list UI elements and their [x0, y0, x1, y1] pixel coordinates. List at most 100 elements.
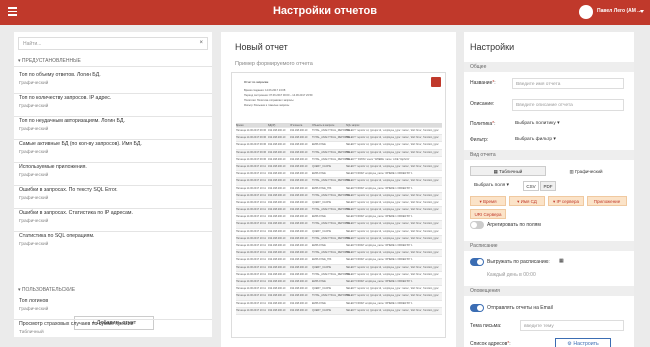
email-toggle[interactable] — [470, 304, 484, 312]
reports-list-panel: Найти... × ▾ ПРЕДУСТАНОВЛЕННЫЕ ▾ ПОЛЬЗОВ… — [14, 32, 212, 337]
select-fields-dropdown[interactable]: Выбрать поля ▾ — [474, 183, 509, 188]
table-cell: 192.168.200.10 — [290, 179, 308, 183]
report-list-item[interactable]: Топ по количеству запросов. IP адрес. Гра… — [19, 95, 207, 109]
table-cell: SELECT * FROM `users` WHERE `name` LIKE … — [346, 157, 410, 161]
table-row: Пятница 14.06.2017 10:11 192.168.200.10 19… — [236, 301, 442, 308]
table-cell: Пятница 14.06.2017 10:11 — [236, 172, 266, 176]
email-label: Отправлять отчеты на Email — [487, 305, 553, 311]
schedule-time: Каждый день в 00:00 — [487, 272, 536, 278]
table-cell: QUERY_CACHE — [312, 229, 331, 233]
table-cell: 192.168.200.10 — [268, 208, 286, 212]
pdf-button[interactable]: PDF — [540, 181, 556, 191]
search-input[interactable]: Найти... × — [18, 37, 208, 50]
section-custom[interactable]: ▾ ПОЛЬЗОВАТЕЛЬСКИЕ — [18, 287, 75, 293]
table-cell: QUERY_CACHE — [312, 308, 331, 312]
report-item-title: Используемые приложения. — [19, 164, 87, 170]
table-row: Пятница 14.06.2017 10:11 192.168.200.10 19… — [236, 186, 442, 193]
policy-label: Политика*: — [470, 121, 496, 127]
user-name[interactable]: Павел Лего (АМ ... — [597, 8, 641, 14]
table-cell: TOTAL_ANALYTICAL_REPORTS — [312, 150, 350, 154]
pdf-icon[interactable] — [431, 77, 441, 87]
report-list-item[interactable]: Самые активные БД (по кол-ву запросов). … — [19, 141, 207, 155]
table-row: Пятница 14.06.2017 10:11 192.168.200.10 19… — [236, 178, 442, 186]
chevron-down-icon[interactable] — [640, 10, 644, 13]
table-view-button[interactable]: ▦ Табличный — [470, 166, 546, 176]
addresses-label: Список адресов*: — [470, 341, 511, 347]
clear-icon[interactable]: × — [199, 40, 203, 46]
table-cell: 192.168.200.10 — [268, 200, 286, 204]
report-preview-panel: Новый отчет Пример формируемого отчета О… — [221, 32, 456, 347]
report-item-title: Топ по неудачным авторизациям. Логин БД. — [19, 118, 125, 124]
table-cell: Пятница 14.06.2017 10:11 — [236, 222, 266, 226]
page-title: Настройки отчетов — [272, 5, 377, 17]
table-cell: QUERY_CACHE — [312, 265, 331, 269]
table-cell: 192.168.200.10 — [268, 301, 286, 305]
table-cell: Пятница 14.06.2017 09:36 — [236, 143, 267, 147]
section-predefined[interactable]: ▾ ПРЕДУСТАНОВЛЕННЫЕ — [18, 58, 81, 64]
graphic-view-button[interactable]: ▥ Графический — [548, 166, 624, 176]
csv-button[interactable]: CSV — [523, 181, 539, 191]
report-list-item[interactable]: Просмотр страховых случаев по сумме прем… — [19, 321, 207, 335]
table-cell: Пятница 14.06.2017 10:11 — [236, 164, 266, 168]
table-cell: 192.168.200.10 — [268, 150, 286, 154]
table-row: Пятница 14.06.2017 10:11 192.168.200.10 19… — [236, 250, 442, 258]
table-cell: 192.168.200.10 — [290, 150, 308, 154]
schedule-toggle[interactable] — [470, 258, 484, 266]
report-list-item[interactable]: Топ по неудачным авторизациям. Логин БД.… — [19, 118, 207, 132]
table-cell: SELECT `reports`.id, 'groups'.id, `emplo… — [346, 179, 439, 183]
doc-meta-line: Политики: Политика отправляет запросы — [244, 99, 294, 102]
doc-heading: Отчет по запросам — [244, 81, 269, 84]
report-list-item[interactable]: Ошибки в запросах. По тексту SQL Error. Г… — [19, 187, 207, 201]
report-description-input[interactable]: Введите описание отчета — [512, 99, 624, 111]
section-schedule: Расписание — [464, 241, 634, 251]
table-cell: TOTAL_ANALYTICAL_REPORTS — [312, 129, 350, 132]
report-name-input[interactable]: Введите имя отчета — [512, 78, 624, 89]
table-cell: QUERY_CACHE — [312, 200, 331, 204]
table-row: Пятница 14.06.2017 09:36 192.168.200.10 19… — [236, 157, 442, 164]
report-list-item[interactable]: Топ по объему ответов. Логин БД. Графичес… — [19, 72, 207, 86]
aggregate-toggle[interactable] — [470, 221, 484, 229]
search-placeholder: Найти... — [23, 41, 42, 47]
field-pill[interactable]: ▾ Имя СД — [509, 196, 545, 206]
policy-dropdown[interactable]: Выбрать политику ▾ — [515, 121, 559, 126]
field-pill[interactable]: ▾ IP сервера — [548, 196, 584, 206]
table-row: Пятница 14.06.2017 09:36 192.168.200.10 19… — [236, 128, 442, 136]
table-cell: 192.168.200.10 — [290, 279, 308, 283]
subject-input[interactable]: введите тему — [520, 320, 624, 331]
table-cell: SELECT FROM `employee_name` WHERE 1 ORDE… — [346, 258, 413, 262]
table-row: Пятница 14.06.2017 10:11 192.168.200.10 19… — [236, 221, 442, 229]
report-list-item[interactable]: Используемые приложения. Графический — [19, 164, 207, 178]
field-pill[interactable]: URI Сервера — [470, 209, 506, 219]
table-cell: TOTAL_ANALYTICAL_REPORTS — [312, 251, 350, 255]
table-row: Пятница 14.06.2017 10:11 192.168.200.10 19… — [236, 171, 442, 179]
table-row: Пятница 14.06.2017 10:11 192.168.200.10 19… — [236, 235, 442, 243]
table-cell: SELECT FROM `employee_name` WHERE 1 ORDE… — [346, 301, 413, 305]
table-cell: 192.168.200.10 — [290, 294, 308, 298]
table-cell: SELECT `reports`.id, 'groups'.id, `emplo… — [346, 222, 439, 226]
calendar-icon[interactable]: ▦ — [559, 258, 564, 264]
table-cell: 192.168.200.10 — [290, 186, 308, 190]
table-cell: Пятница 14.06.2017 10:11 — [236, 258, 266, 262]
filter-dropdown[interactable]: Выбрать фильтр ▾ — [515, 137, 556, 142]
table-cell: Пятница 14.06.2017 10:11 — [236, 301, 266, 305]
report-document[interactable]: Отчет по запросам Время создания: 14.06.… — [231, 72, 446, 338]
table-cell: 192.168.200.10 — [268, 258, 286, 262]
table-cell: 192.168.200.10 — [290, 143, 308, 147]
field-pill[interactable]: ▾ Время — [470, 196, 506, 206]
user-avatar[interactable] — [579, 5, 593, 19]
divider — [14, 139, 212, 140]
table-row: Пятница 14.06.2017 10:11 192.168.200.10 19… — [236, 214, 442, 222]
table-cell: Пятница 14.06.2017 10:11 — [236, 229, 266, 233]
report-list-item[interactable]: Топ логинов Графический — [19, 298, 207, 312]
table-cell: 192.168.200.10 — [268, 251, 286, 255]
table-cell: SELECT `reports`.id, 'groups'.id, `emplo… — [346, 143, 439, 147]
field-pill[interactable]: Приложение — [587, 196, 627, 206]
doc-meta-line: Период построения: 07.06.2017 00:00 – 14… — [244, 94, 313, 97]
table-cell: TOTAL_ANALYTICAL_REPORTS — [312, 294, 350, 298]
report-list-item[interactable]: Ошибки в запросах. Статистика по IP адре… — [19, 210, 207, 224]
table-cell: SELECT FROM `employee_name` WHERE 1 ORDE… — [346, 172, 413, 176]
report-item-title: Ошибки в запросах. Статистика по IP адре… — [19, 210, 133, 216]
report-list-item[interactable]: Статистика по SQL операциям. Графический — [19, 233, 207, 247]
settings-title: Настройки — [470, 42, 515, 52]
setup-addresses-button[interactable]: ⚙ Настроить — [555, 338, 611, 347]
